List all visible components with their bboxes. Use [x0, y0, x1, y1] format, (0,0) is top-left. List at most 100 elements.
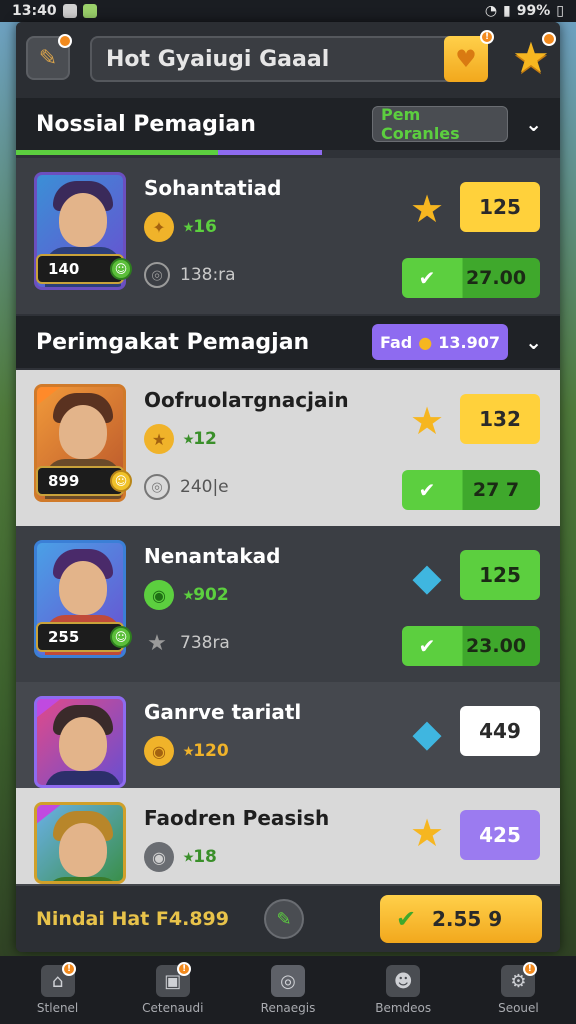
medal-icon: ★ — [144, 424, 174, 454]
star-button[interactable]: ★ — [506, 32, 556, 82]
star-icon: ★ — [409, 399, 445, 443]
chat-bubble-icon: ◆ — [412, 711, 442, 755]
value-text: 23.00 — [465, 635, 527, 657]
battery-level: 99% — [516, 3, 551, 19]
edit-circle-button[interactable]: ✎ — [264, 899, 304, 939]
app-icon — [82, 4, 97, 18]
value-text: 27.00 — [465, 267, 527, 289]
player-name: Nenantakad — [144, 544, 281, 568]
claim-button[interactable]: ✔ 2.55 9 — [380, 895, 542, 943]
star-icon: ★ — [409, 187, 445, 231]
star-icon: ★ — [409, 811, 445, 855]
check-icon: ✔ — [418, 266, 436, 290]
nav-label: Bemdeos — [375, 1001, 432, 1015]
bonus-value: ⭑18 — [184, 847, 217, 867]
value-text: 27 7 — [472, 479, 520, 501]
player-name: Sohantatiad — [144, 176, 282, 200]
nav-item-friends[interactable]: ☻ Bemdeos — [346, 956, 461, 1024]
top-bar: ✎ Hot Gyaiugi Gaaal ♥ ! ★ — [16, 22, 560, 98]
footer-bar: Nindai Hat F4.899 ✎ ✔ 2.55 9 — [16, 884, 560, 952]
score-value: 449 — [479, 719, 521, 743]
avatar — [34, 802, 126, 884]
nav-label: Renaegis — [260, 1001, 316, 1015]
list-item[interactable]: 140 ☺ Sohantatiad ✦ ⭑16 ◎ 138:ra ★ 125 ✔… — [16, 158, 560, 314]
edit-button[interactable]: ✎ — [26, 34, 72, 80]
chevron-down-icon[interactable]: ⌄ — [525, 330, 542, 354]
chat-bubble-icon: ◆ — [412, 555, 442, 599]
nav-item-settings[interactable]: ⚙ ! Seouel — [461, 956, 576, 1024]
bonus-value: ⭑16 — [184, 217, 217, 237]
medal-icon: ◉ — [144, 736, 174, 766]
value-button[interactable]: ✔ 27 7 — [402, 470, 540, 510]
heart-icon: ♥ — [455, 45, 477, 73]
sub-stat: 138:ra — [180, 265, 236, 285]
section-progress — [16, 150, 322, 155]
search-text: Hot Gyaiugi Gaaal — [106, 46, 330, 72]
list-item[interactable]: 899 ☺ Oofruolaтgnacjain ★ ⭑12 ◎ 240|e ★ … — [16, 370, 560, 526]
nav-label: Seouel — [498, 1001, 539, 1015]
medal-icon: ✦ — [144, 212, 174, 242]
person-icon: ☻ — [386, 965, 421, 997]
section-header-social: Nossial Pemagian Pem Coranles ⌄ — [16, 98, 560, 150]
section-title: Nossial Pemagian — [36, 111, 256, 137]
score-value: 425 — [479, 823, 521, 847]
score-button[interactable]: 132 — [460, 394, 540, 444]
search-input[interactable]: Hot Gyaiugi Gaaal — [90, 36, 486, 82]
value-button[interactable]: ✔ 27.00 — [402, 258, 540, 298]
nav-badge: ! — [522, 962, 537, 976]
check-icon: ✔ — [418, 634, 436, 658]
section-header-ranking: Perimgakat Pemagjan Fad ● 13.907 ⌄ — [16, 316, 560, 368]
check-icon: ✔ — [395, 905, 417, 933]
drop-icon: ● — [418, 332, 433, 352]
player-name: Oofruolaтgnacjain — [144, 388, 349, 412]
nav-label: Cetenaudi — [142, 1001, 204, 1015]
check-icon: ✔ — [418, 478, 436, 502]
score-button[interactable]: 125 — [460, 550, 540, 600]
signal-icon: ▮ — [503, 3, 511, 19]
level-badge: 899 ☺ — [36, 466, 132, 496]
value-button[interactable]: ✔ 23.00 — [402, 626, 540, 666]
clock: 13:40 — [12, 3, 57, 19]
level-badge: 255 ☺ — [36, 622, 132, 652]
wifi-icon: ◔ — [484, 3, 498, 19]
favorite-badge: ! — [480, 30, 494, 44]
coin-icon: ☺ — [110, 470, 132, 492]
points-chip-label: Fad — [380, 332, 413, 352]
bonus-value: ⭑902 — [184, 585, 229, 605]
info-icon: ◎ — [144, 474, 170, 500]
level-badge: 140 ☺ — [36, 254, 132, 284]
medal-icon: ◉ — [144, 842, 174, 872]
nav-item-home[interactable]: ⌂ ! Stlenel — [0, 956, 115, 1024]
score-value: 132 — [479, 407, 521, 431]
notification-icon — [62, 4, 77, 18]
score-button[interactable]: 425 — [460, 810, 540, 860]
favorite-button[interactable]: ♥ ! — [444, 30, 494, 82]
nav-item-ranking[interactable]: ◎ Renaegis — [230, 956, 345, 1024]
pencil-icon: ✎ — [38, 45, 58, 71]
status-bar: 13:40 ◔ ▮ 99% ▯ — [0, 0, 576, 22]
score-button[interactable]: 125 — [460, 182, 540, 232]
filter-chip-label: Pem Coranles — [381, 105, 460, 143]
list-item[interactable]: Faodren Peasish ◉ ⭑18 ★ 425 — [16, 788, 560, 884]
filter-chip[interactable]: Pem Coranles — [372, 105, 508, 143]
section-title: Perimgakat Pemagjan — [36, 329, 310, 355]
pencil-icon: ✎ — [276, 908, 292, 930]
list-item[interactable]: 255 ☺ Nenantakad ◉ ⭑902 ★ 738ra ◆ 125 ✔ … — [16, 526, 560, 682]
sub-stat: 738ra — [180, 633, 230, 653]
score-value: 125 — [479, 195, 521, 219]
chevron-down-icon[interactable]: ⌄ — [525, 112, 542, 136]
nav-label: Stlenel — [36, 1001, 79, 1015]
list-item[interactable]: Ganrve tariatl ◉ ⭑120 ◆ 449 — [16, 682, 560, 788]
score-button[interactable]: 449 — [460, 706, 540, 756]
level-value: 899 — [48, 472, 80, 490]
points-chip[interactable]: Fad ● 13.907 — [372, 324, 508, 360]
nav-item-shop[interactable]: ▣ ! Cetenaudi — [115, 956, 230, 1024]
player-name: Faodren Peasish — [144, 806, 330, 830]
level-value: 255 — [48, 628, 80, 646]
info-icon: ◎ — [144, 262, 170, 288]
score-value: 125 — [479, 563, 521, 587]
claim-value: 2.55 9 — [432, 907, 503, 931]
controller-icon: ◎ — [271, 965, 305, 997]
level-value: 140 — [48, 260, 80, 278]
footer-text: Nindai Hat F4.899 — [36, 908, 229, 930]
